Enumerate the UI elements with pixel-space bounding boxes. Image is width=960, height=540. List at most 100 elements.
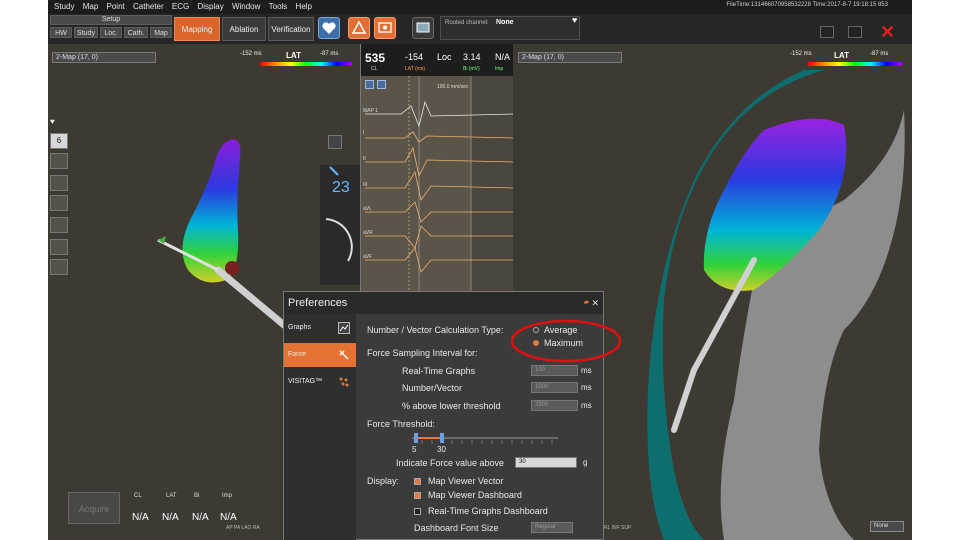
close-icon[interactable]: ✕ [591, 292, 599, 314]
left-lat-colorbar [260, 62, 352, 66]
dash-bi-value: N/A [192, 512, 209, 523]
sidebar-item-graphs[interactable]: Graphs [284, 316, 356, 340]
grid-icon[interactable] [50, 153, 68, 169]
sampling-threshold-select[interactable]: 2500 [531, 400, 578, 411]
menu-study[interactable]: Study [54, 0, 74, 14]
threshold-high-value: 30 [437, 445, 446, 454]
sampling-realtime-select[interactable]: 100 [531, 365, 578, 376]
menu-point[interactable]: Point [107, 0, 125, 14]
menu-catheter[interactable]: Catheter [133, 0, 164, 14]
window-control-icon[interactable] [820, 26, 834, 38]
monitor-icon[interactable] [412, 17, 434, 39]
lock-icon[interactable] [848, 26, 862, 38]
ablation-button[interactable]: Ablation [222, 17, 266, 41]
left-map-selector[interactable]: 2-Map (17, 0) [52, 52, 156, 63]
threshold-low-value: 5 [412, 445, 417, 454]
toolbar: Setup HW Study Loc. Cath. Map Mapping Ab… [48, 14, 912, 44]
preferences-title-bar[interactable]: Preferences ✕ ▰ [284, 292, 603, 314]
setup-tab-cath[interactable]: Cath. [124, 27, 148, 38]
setup-tab-loc[interactable]: Loc. [100, 27, 122, 38]
sampling-row-realtime-label: Real-Time Graphs [402, 366, 476, 376]
screen-record-icon[interactable] [374, 17, 396, 39]
cl-label: CL [371, 66, 378, 72]
sampling-label: Force Sampling Interval for: [367, 348, 478, 358]
gradient-icon[interactable] [50, 195, 68, 211]
view-orientations-left[interactable]: AP PA LAO RA [226, 525, 260, 531]
sampling-row-threshold-label: % above lower threshold [402, 401, 501, 411]
heart-icon[interactable] [318, 17, 340, 39]
sidebar-item-visitag[interactable]: VISITAG™ [284, 370, 356, 394]
threshold-label: Force Threshold: [367, 419, 435, 429]
font-size-label: Dashboard Font Size [414, 523, 499, 533]
lead-avf: aVF [363, 254, 373, 260]
verification-button[interactable]: Verification [268, 17, 314, 41]
checkbox-dashboard[interactable] [414, 492, 421, 499]
menu-ecg[interactable]: ECG [172, 0, 189, 14]
dash-lat-label: LAT [166, 493, 177, 499]
checkbox-dashboard-label[interactable]: Map Viewer Dashboard [428, 490, 522, 500]
right-map-selector[interactable]: 2-Map (17, 0) [518, 52, 622, 63]
count-box[interactable]: 6 [50, 133, 68, 149]
graphs-dashboard: 535 CL -154 LAT (ms) Loc 3.14 Bi (mV) N/… [361, 44, 513, 76]
preferences-dialog: Preferences ✕ ▰ Graphs Force VISITAG™ Nu… [283, 291, 622, 540]
tag-icon[interactable] [50, 259, 68, 275]
preferences-sidebar: Graphs Force VISITAG™ [284, 314, 356, 540]
heart-toggle-icon[interactable]: ♥ [50, 117, 68, 131]
setup-bar[interactable]: Setup [50, 15, 172, 25]
menu-help[interactable]: Help [296, 0, 312, 14]
record-marker-icon[interactable] [328, 135, 342, 149]
acquire-button[interactable]: Acquire [68, 492, 120, 524]
indicate-select[interactable]: 30 [515, 457, 577, 468]
sidebar-item-force-label: Force [288, 351, 306, 358]
loc-label: Loc [437, 52, 452, 62]
sidebar-item-force[interactable]: Force [284, 343, 356, 367]
checkbox-graphs-dashboard[interactable] [414, 508, 421, 515]
triangle-icon[interactable] [348, 17, 370, 39]
pin-icon[interactable]: ▰ [584, 292, 589, 314]
checkbox-graphs-dashboard-label[interactable]: Real-Time Graphs Dashboard [428, 506, 548, 516]
menu-map[interactable]: Map [83, 0, 99, 14]
close-app-icon[interactable]: ✕ [880, 23, 895, 41]
force-icon [339, 350, 349, 360]
routed-channel-value[interactable]: None [496, 19, 514, 26]
sampling-row-vector-label: Number/Vector [402, 383, 463, 393]
display-label: Display: [367, 476, 400, 486]
menu-window[interactable]: Window [232, 0, 260, 14]
setup-tab-map[interactable]: Map [150, 27, 172, 38]
lat-value: -154 [405, 52, 424, 62]
checkbox-vector[interactable] [414, 478, 421, 485]
setup-tab-hw[interactable]: HW [50, 27, 72, 38]
lead-ii: II [363, 156, 366, 162]
left-lat-max: -87 ms [320, 51, 339, 57]
checkbox-vector-label[interactable]: Map Viewer Vector [428, 476, 503, 486]
font-size-select[interactable]: Regular [531, 522, 573, 533]
sampling-realtime-unit: ms [581, 366, 592, 375]
threshold-slider[interactable] [412, 432, 562, 446]
lead-avr: aVR [363, 230, 373, 236]
visitag-icon [339, 377, 349, 387]
scatter-icon[interactable] [50, 217, 68, 233]
lead-iii: III [363, 182, 368, 188]
right-heart-map[interactable] [604, 70, 912, 540]
right-lat-max: -87 ms [870, 51, 889, 57]
brush-icon[interactable] [50, 175, 68, 191]
right-bottom-select[interactable]: None [870, 521, 904, 532]
dash-imp-label: Imp [222, 493, 233, 499]
mapping-button[interactable]: Mapping [174, 17, 220, 41]
setup-tab-study[interactable]: Study [74, 27, 98, 38]
right-lat-colorbar [808, 62, 902, 66]
dash-bi-label: Bi [194, 493, 200, 499]
right-bottom-select-label: None [874, 523, 889, 529]
sampling-vector-select[interactable]: 1000 [531, 382, 578, 393]
point-icon[interactable] [50, 239, 68, 255]
view-orientations-right[interactable]: RL INF SUP [604, 525, 631, 531]
ecg-traces [365, 76, 513, 294]
menu-display[interactable]: Display [197, 0, 223, 14]
menu-tools[interactable]: Tools [269, 0, 288, 14]
dash-lat-value: N/A [162, 512, 179, 523]
real-time-graphs: 535 CL -154 LAT (ms) Loc 3.14 Bi (mV) N/… [360, 44, 513, 294]
routed-channel-panel: Routed channel: None [440, 16, 580, 40]
carto-app: Study Map Point Catheter ECG Display Win… [48, 0, 912, 540]
lead-map1: MAP 1 [363, 108, 378, 114]
right-map-selector-label: 2-Map (17, 0) [522, 54, 565, 61]
